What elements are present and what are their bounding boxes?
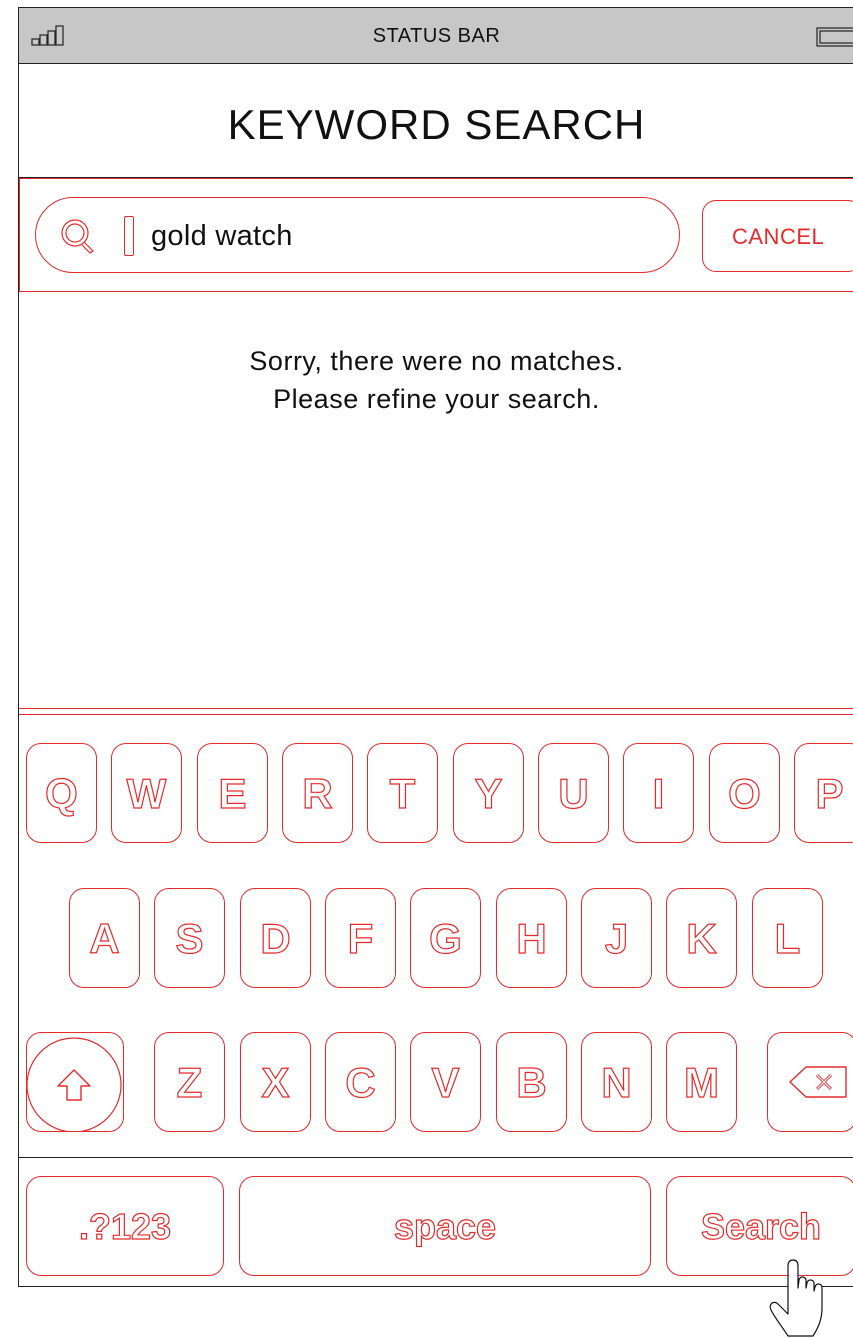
key-c[interactable]: C — [325, 1032, 396, 1132]
key-r[interactable]: R — [282, 743, 353, 843]
no-results-line1: Sorry, there were no matches. — [249, 346, 624, 376]
keyboard-top-border — [19, 708, 853, 709]
page-title: KEYWORD SEARCH — [227, 101, 646, 148]
text-cursor — [124, 216, 134, 256]
keyboard-top-border-inner — [19, 714, 853, 715]
key-p[interactable]: P — [794, 743, 853, 843]
backspace-key[interactable] — [767, 1032, 853, 1132]
key-n[interactable]: N — [581, 1032, 652, 1132]
key-l[interactable]: L — [752, 888, 823, 988]
key-k[interactable]: K — [666, 888, 737, 988]
search-icon — [61, 219, 94, 254]
status-bar-label: STATUS BAR — [372, 25, 501, 47]
key-o[interactable]: O — [709, 743, 780, 843]
battery-icon — [816, 27, 853, 47]
key-y[interactable]: Y — [453, 743, 524, 843]
status-bar: STATUS BAR — [19, 8, 853, 64]
key-e[interactable]: E — [197, 743, 268, 843]
key-g[interactable]: G — [410, 888, 481, 988]
hand-cursor-icon — [769, 1259, 823, 1337]
key-v[interactable]: V — [410, 1032, 481, 1132]
search-value: gold watch — [151, 220, 293, 252]
no-results-line2: Please refine your search. — [273, 384, 600, 414]
shift-key[interactable] — [26, 1032, 124, 1132]
key-j[interactable]: J — [581, 888, 652, 988]
key-t[interactable]: T — [367, 743, 438, 843]
shift-icon — [27, 1037, 122, 1131]
numbers-key[interactable]: .?123 — [26, 1176, 224, 1276]
search-row: gold watch CANCEL — [19, 178, 853, 292]
backspace-icon — [789, 1066, 847, 1098]
key-z[interactable]: Z — [154, 1032, 225, 1132]
key-b[interactable]: B — [496, 1032, 567, 1132]
key-m[interactable]: M — [666, 1032, 737, 1132]
key-q[interactable]: Q — [26, 743, 97, 843]
header: KEYWORD SEARCH — [19, 64, 853, 178]
phone-screen: STATUS BAR KEYWORD SEARCH gold watch CAN… — [18, 7, 853, 1287]
search-input[interactable]: gold watch — [35, 197, 680, 273]
cancel-button[interactable]: CANCEL — [702, 200, 853, 272]
key-u[interactable]: U — [538, 743, 609, 843]
space-key[interactable]: space — [239, 1176, 651, 1276]
keyboard: Q W E R T Y U I O P A S D F G H J K L Z … — [19, 708, 853, 1288]
key-i[interactable]: I — [623, 743, 694, 843]
key-w[interactable]: W — [111, 743, 182, 843]
key-s[interactable]: S — [154, 888, 225, 988]
key-x[interactable]: X — [240, 1032, 311, 1132]
keyboard-divider — [19, 1157, 853, 1158]
key-f[interactable]: F — [325, 888, 396, 988]
no-results-message: Sorry, there were no matches. Please ref… — [19, 342, 853, 418]
key-a[interactable]: A — [69, 888, 140, 988]
key-d[interactable]: D — [240, 888, 311, 988]
key-h[interactable]: H — [496, 888, 567, 988]
